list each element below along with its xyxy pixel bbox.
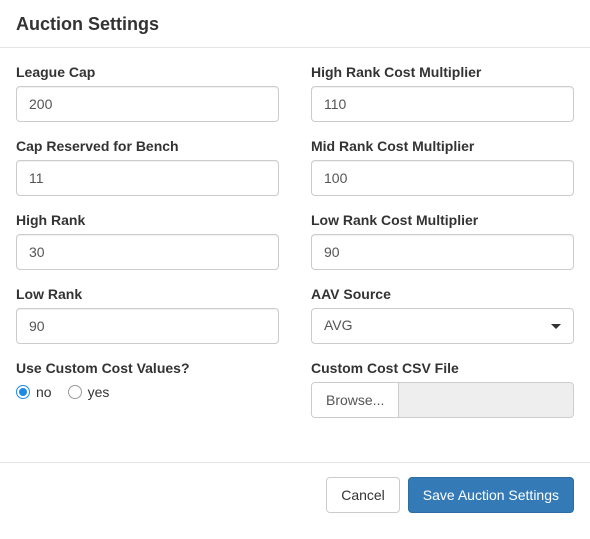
radio-icon — [16, 385, 30, 399]
field-high-mult: High Rank Cost Multiplier — [311, 64, 574, 122]
input-league-cap[interactable] — [16, 86, 279, 122]
radio-option-yes[interactable]: yes — [68, 384, 110, 400]
radio-group-custom: no yes — [16, 382, 279, 400]
input-low-mult[interactable] — [311, 234, 574, 270]
label-aav-source: AAV Source — [311, 286, 574, 302]
label-low-mult: Low Rank Cost Multiplier — [311, 212, 574, 228]
field-high-rank: High Rank — [16, 212, 279, 270]
radio-option-no[interactable]: no — [16, 384, 52, 400]
auction-settings-dialog: Auction Settings League Cap Cap Reserved… — [0, 0, 590, 527]
cancel-button[interactable]: Cancel — [326, 477, 400, 513]
input-mid-mult[interactable] — [311, 160, 574, 196]
select-value: AVG — [324, 316, 353, 336]
browse-button[interactable]: Browse... — [312, 383, 399, 417]
file-name-display — [399, 383, 573, 417]
input-high-rank[interactable] — [16, 234, 279, 270]
dialog-title: Auction Settings — [16, 14, 574, 35]
save-button[interactable]: Save Auction Settings — [408, 477, 574, 513]
radio-icon — [68, 385, 82, 399]
field-low-rank: Low Rank — [16, 286, 279, 344]
label-custom-toggle: Use Custom Cost Values? — [16, 360, 279, 376]
label-mid-mult: Mid Rank Cost Multiplier — [311, 138, 574, 154]
dialog-footer: Cancel Save Auction Settings — [0, 462, 590, 527]
field-league-cap: League Cap — [16, 64, 279, 122]
label-high-rank: High Rank — [16, 212, 279, 228]
label-low-rank: Low Rank — [16, 286, 279, 302]
radio-label-no: no — [36, 384, 52, 400]
field-csv-file: Custom Cost CSV File Browse... — [311, 360, 574, 418]
field-custom-toggle: Use Custom Cost Values? no yes — [16, 360, 279, 400]
label-cap-reserved: Cap Reserved for Bench — [16, 138, 279, 154]
chevron-down-icon — [551, 324, 561, 329]
right-column: High Rank Cost Multiplier Mid Rank Cost … — [311, 64, 574, 434]
field-cap-reserved: Cap Reserved for Bench — [16, 138, 279, 196]
input-high-mult[interactable] — [311, 86, 574, 122]
field-low-mult: Low Rank Cost Multiplier — [311, 212, 574, 270]
radio-label-yes: yes — [88, 384, 110, 400]
label-league-cap: League Cap — [16, 64, 279, 80]
label-csv-file: Custom Cost CSV File — [311, 360, 574, 376]
field-mid-mult: Mid Rank Cost Multiplier — [311, 138, 574, 196]
select-aav-source[interactable]: AVG — [311, 308, 574, 344]
file-input-csv[interactable]: Browse... — [311, 382, 574, 418]
dialog-body: League Cap Cap Reserved for Bench High R… — [0, 48, 590, 442]
left-column: League Cap Cap Reserved for Bench High R… — [16, 64, 279, 434]
input-cap-reserved[interactable] — [16, 160, 279, 196]
dialog-header: Auction Settings — [0, 0, 590, 48]
field-aav-source: AAV Source AVG — [311, 286, 574, 344]
label-high-mult: High Rank Cost Multiplier — [311, 64, 574, 80]
input-low-rank[interactable] — [16, 308, 279, 344]
